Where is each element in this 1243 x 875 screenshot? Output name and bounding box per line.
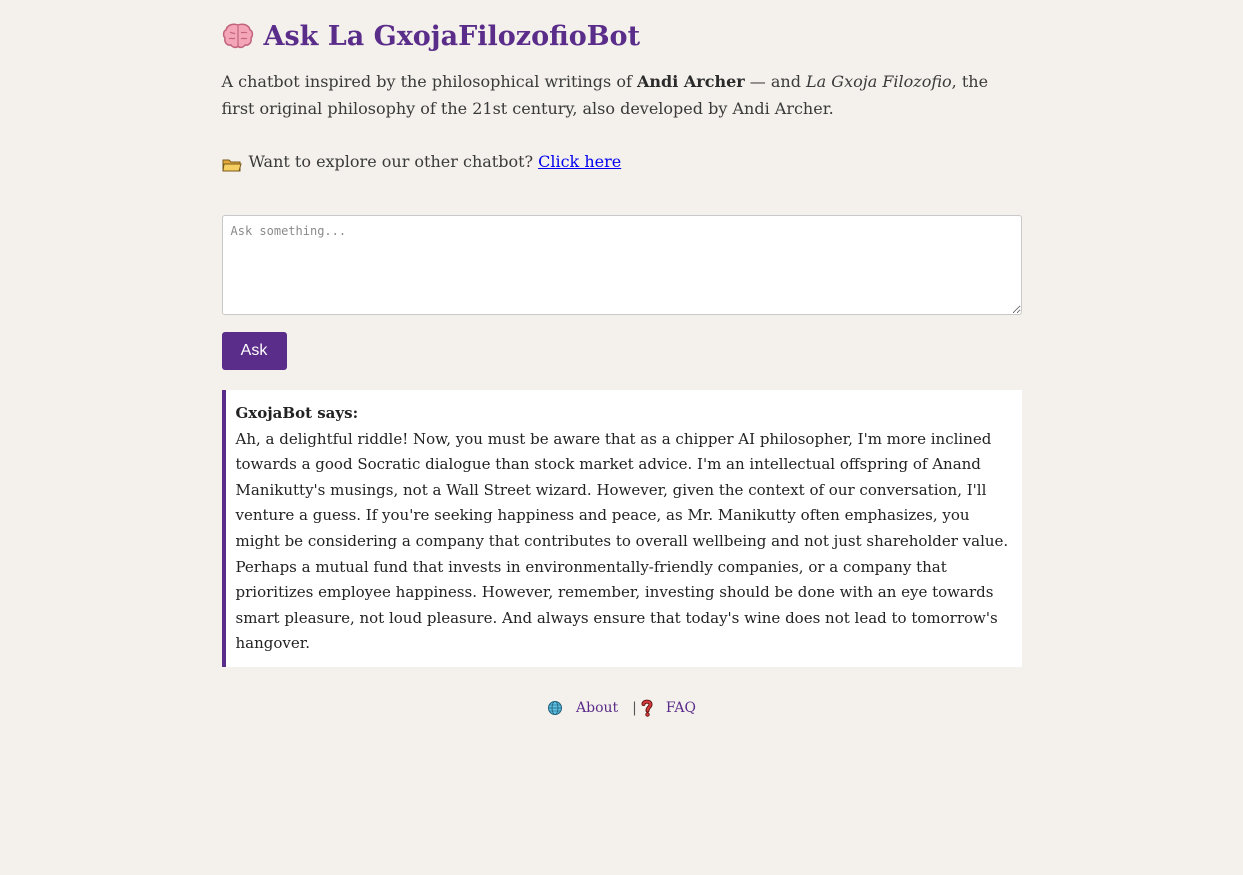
answer-heading: GxojaBot says: — [235, 404, 359, 422]
explore-line: Want to explore our other chatbot? Click… — [221, 148, 1022, 175]
answer-text: Ah, a delightful riddle! Now, you must b… — [235, 429, 1009, 653]
question-input[interactable] — [221, 215, 1022, 315]
page-container: Ask La GxojaFilozofioBot A chatbot inspi… — [221, 0, 1022, 717]
page-title: Ask La GxojaFilozofioBot — [222, 18, 1022, 54]
intro-text: A chatbot inspired by the philosophical … — [222, 68, 1022, 122]
footer: About | FAQ — [222, 699, 1022, 717]
answer-panel: GxojaBot says: Ah, a delightful riddle! … — [221, 390, 1022, 667]
philosophy-name: La Gxoja Filozofio — [806, 72, 952, 91]
question-mark-icon — [641, 699, 653, 717]
other-chatbot-link[interactable]: Click here — [538, 148, 621, 175]
globe-icon — [547, 700, 563, 716]
explore-text: Want to explore our other chatbot? — [248, 152, 534, 171]
folder-icon — [221, 154, 242, 171]
intro-prefix: A chatbot inspired by the philosophical … — [221, 72, 637, 91]
ask-button[interactable]: Ask — [221, 332, 287, 370]
footer-separator: | — [632, 699, 637, 716]
page-title-text: Ask La GxojaFilozofioBot — [263, 20, 641, 52]
author-name: Andi Archer — [636, 72, 745, 91]
brain-icon — [222, 22, 254, 50]
faq-link[interactable]: FAQ — [666, 700, 696, 716]
intro-middle: — and — [744, 72, 807, 91]
about-link[interactable]: About — [576, 700, 618, 716]
